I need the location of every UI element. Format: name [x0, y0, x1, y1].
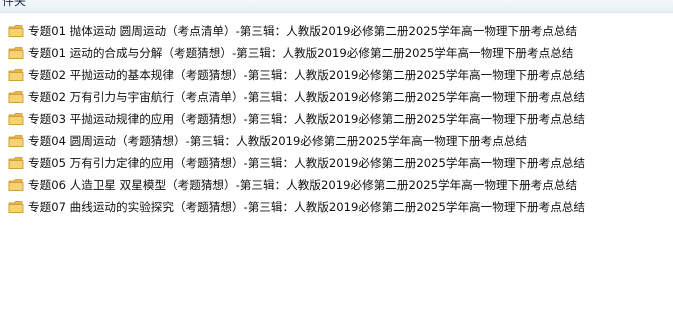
folder-item[interactable]: 专题01 运动的合成与分解（考题猜想）-第三辑：人教版2019必修第二册2025… [8, 42, 668, 64]
window-title: 件夹 [2, 0, 27, 8]
folder-item[interactable]: 专题01 抛体运动 圆周运动（考点清单）-第三辑：人教版2019必修第二册202… [8, 20, 668, 42]
folder-item[interactable]: 专题06 人造卫星 双星模型（考题猜想）-第三辑：人教版2019必修第二册202… [8, 174, 668, 196]
folder-item[interactable]: 专题02 平抛运动的基本规律（考题猜想）-第三辑：人教版2019必修第二册202… [8, 64, 668, 86]
folder-icon [8, 25, 24, 37]
folder-icon [8, 179, 24, 191]
folder-icon [8, 113, 24, 125]
folder-icon [8, 157, 24, 169]
folder-icon [8, 47, 24, 59]
folder-name: 专题06 人造卫星 双星模型（考题猜想）-第三辑：人教版2019必修第二册202… [28, 178, 578, 192]
file-list: 专题01 抛体运动 圆周运动（考点清单）-第三辑：人教版2019必修第二册202… [8, 20, 668, 218]
folder-icon [8, 91, 24, 103]
file-explorer-window: 件夹 专题01 抛体运动 圆周运动（考点清单）-第三辑：人教版2019必修第二册… [0, 0, 673, 322]
folder-item[interactable]: 专题02 万有引力与宇宙航行（考点清单）-第三辑：人教版2019必修第二册202… [8, 86, 668, 108]
folder-icon [8, 135, 24, 147]
folder-icon [8, 69, 24, 81]
folder-item[interactable]: 专题07 曲线运动的实验探究（考题猜想）-第三辑：人教版2019必修第二册202… [8, 196, 668, 218]
folder-name: 专题03 平抛运动规律的应用（考题猜想）-第三辑：人教版2019必修第二册202… [28, 112, 585, 126]
folder-item[interactable]: 专题05 万有引力定律的应用（考题猜想）-第三辑：人教版2019必修第二册202… [8, 152, 668, 174]
folder-name: 专题02 平抛运动的基本规律（考题猜想）-第三辑：人教版2019必修第二册202… [28, 68, 585, 82]
folder-name: 专题04 圆周运动（考题猜想）-第三辑：人教版2019必修第二册2025学年高一… [28, 134, 528, 148]
folder-item[interactable]: 专题03 平抛运动规律的应用（考题猜想）-第三辑：人教版2019必修第二册202… [8, 108, 668, 130]
folder-name: 专题01 抛体运动 圆周运动（考点清单）-第三辑：人教版2019必修第二册202… [28, 24, 578, 38]
folder-item[interactable]: 专题04 圆周运动（考题猜想）-第三辑：人教版2019必修第二册2025学年高一… [8, 130, 668, 152]
folder-name: 专题02 万有引力与宇宙航行（考点清单）-第三辑：人教版2019必修第二册202… [28, 90, 585, 104]
folder-icon [8, 201, 24, 213]
folder-name: 专题01 运动的合成与分解（考题猜想）-第三辑：人教版2019必修第二册2025… [28, 46, 574, 60]
folder-name: 专题07 曲线运动的实验探究（考题猜想）-第三辑：人教版2019必修第二册202… [28, 200, 585, 214]
window-title-bar: 件夹 [0, 0, 673, 13]
folder-name: 专题05 万有引力定律的应用（考题猜想）-第三辑：人教版2019必修第二册202… [28, 156, 585, 170]
